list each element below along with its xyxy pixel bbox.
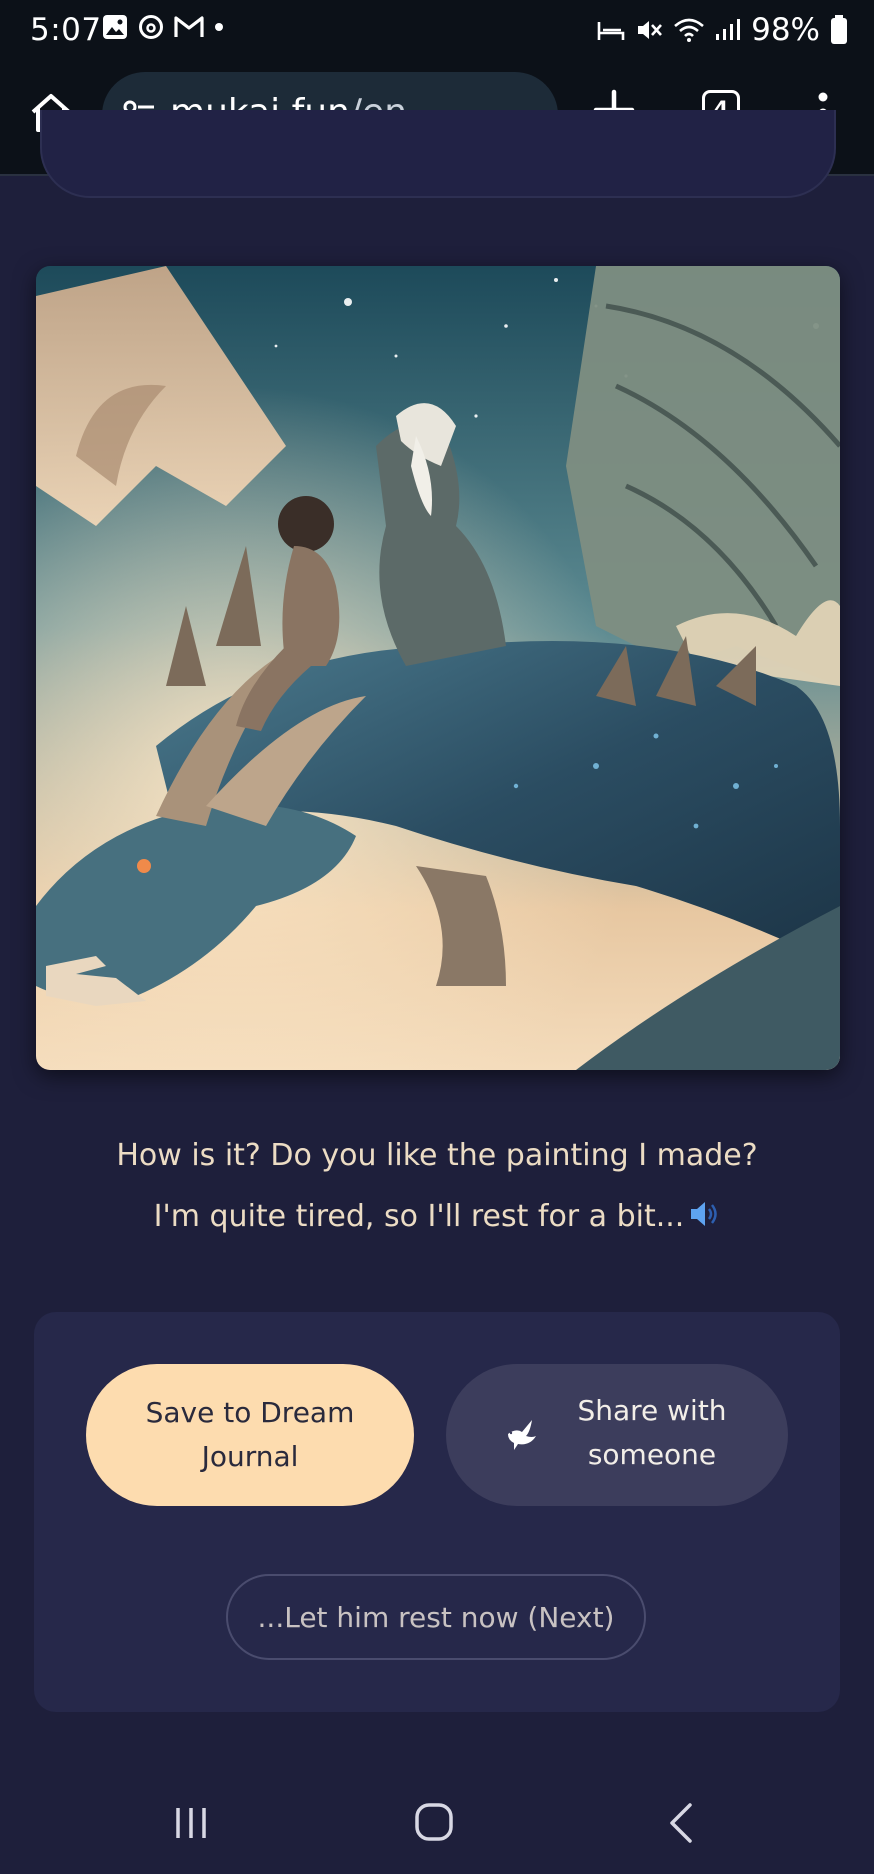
battery-icon xyxy=(831,15,847,44)
mute-icon xyxy=(638,21,663,39)
caption-line-1: How is it? Do you like the painting I ma… xyxy=(116,1138,758,1173)
previous-card-edge xyxy=(40,110,836,198)
status-bar: 5:07 98% xyxy=(0,0,874,62)
dove-icon xyxy=(508,1420,536,1450)
gmail-icon xyxy=(174,16,204,37)
sleep-mode-icon xyxy=(597,22,625,40)
dot-icon xyxy=(215,23,223,31)
share-button-label: Share with someone xyxy=(577,1394,727,1471)
back-icon[interactable] xyxy=(664,1802,698,1844)
recents-icon[interactable] xyxy=(172,1804,210,1842)
next-button-label: ...Let him rest now (Next) xyxy=(257,1600,615,1634)
speaker-icon[interactable] xyxy=(688,1198,720,1230)
system-navigation-bar xyxy=(0,1782,874,1874)
caption-line-2-text: I'm quite tired, so I'll rest for a bit.… xyxy=(153,1199,685,1234)
notification-icons xyxy=(102,14,224,40)
gallery-icon xyxy=(103,15,127,39)
wifi-icon xyxy=(674,18,704,42)
save-button-label: Save to Dream Journal xyxy=(145,1396,355,1473)
caption-line-2: I'm quite tired, so I'll rest for a bit.… xyxy=(0,1198,874,1234)
share-button[interactable]: Share with someone xyxy=(446,1364,788,1506)
action-panel: Save to Dream Journal Share with someone… xyxy=(34,1312,840,1712)
status-time: 5:07 xyxy=(30,12,102,48)
system-icons: 98% xyxy=(597,12,848,48)
threads-icon xyxy=(139,15,163,39)
generated-painting xyxy=(36,266,840,1070)
battery-percent: 98% xyxy=(751,12,820,48)
home-nav-icon[interactable] xyxy=(414,1802,454,1842)
signal-icon xyxy=(716,19,741,40)
painting-image xyxy=(36,266,840,1070)
save-to-dream-journal-button[interactable]: Save to Dream Journal xyxy=(86,1364,414,1506)
next-button[interactable]: ...Let him rest now (Next) xyxy=(226,1574,646,1660)
